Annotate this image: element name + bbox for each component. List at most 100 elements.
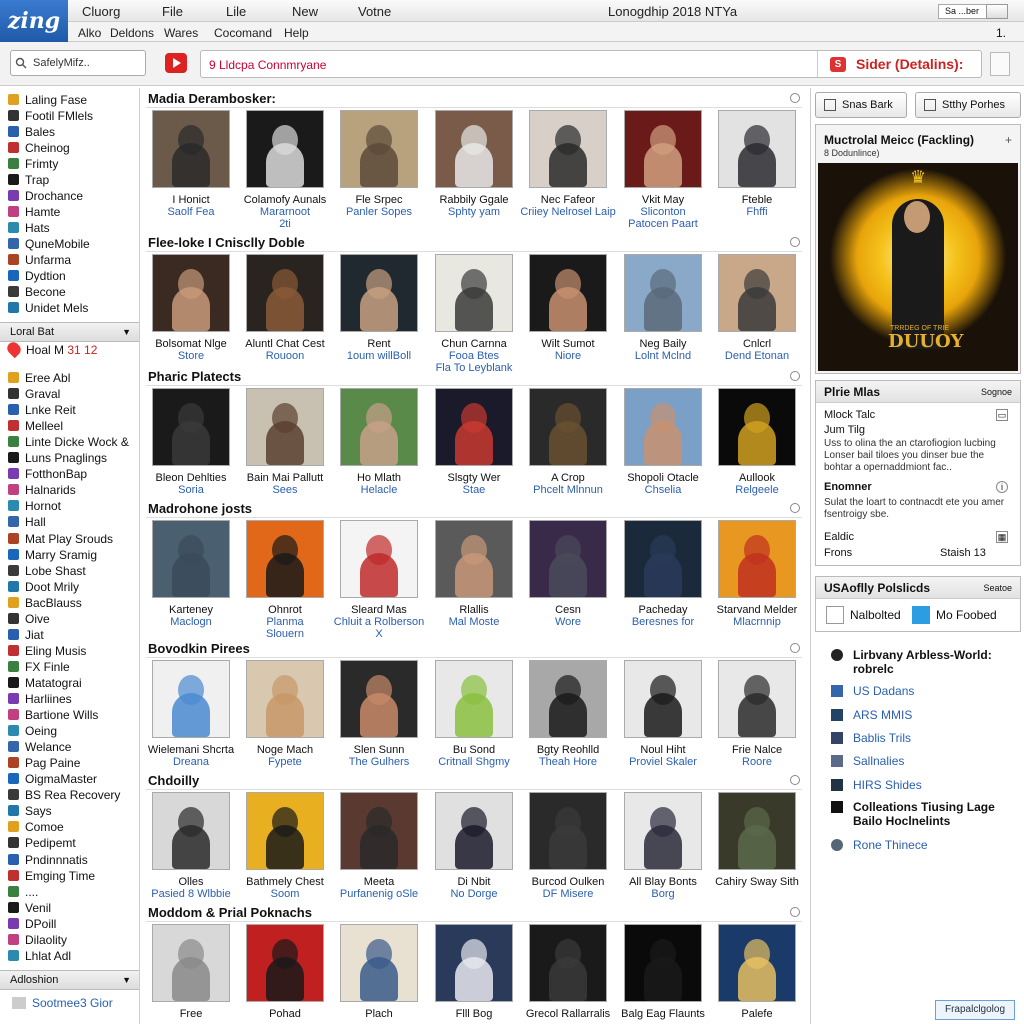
media-thumbnail[interactable]	[340, 792, 418, 870]
media-thumbnail[interactable]	[152, 792, 230, 870]
media-subtitle[interactable]: Mlacrnnip	[708, 616, 806, 628]
sidebar-item[interactable]: Oive	[8, 611, 50, 627]
address-text[interactable]: 9 Lldcpa Connmryane	[209, 58, 326, 72]
sidebar-item[interactable]: Doot Mrily	[8, 579, 79, 595]
sidebar-item[interactable]: OigmaMaster	[8, 771, 97, 787]
sidebar-link[interactable]: ARS MMIS	[831, 708, 1011, 722]
media-subtitle[interactable]: Beresnes for	[614, 616, 712, 628]
media-subtitle[interactable]: Sees	[236, 484, 334, 496]
sidebar-link[interactable]: Colleations Tiusing Lage Bailo Hoclnelin…	[831, 800, 1011, 828]
media-subtitle[interactable]: Dend Etonan	[708, 350, 806, 362]
media-card[interactable]: Aullook Relgeele	[716, 388, 808, 518]
search-input[interactable]: SafelyMifz..	[10, 50, 146, 76]
media-subtitle[interactable]: Theah Hore	[519, 756, 617, 768]
sidebar-footer-link[interactable]: Sootmee3 Gior	[12, 996, 113, 1010]
checkbox-nalbolted[interactable]: Nalbolted	[826, 605, 901, 625]
media-thumbnail[interactable]	[435, 792, 513, 870]
sidebar-local-header[interactable]: Loral Bat ▼	[0, 322, 139, 342]
media-thumbnail[interactable]	[246, 254, 324, 332]
media-subtitle[interactable]: Store	[142, 350, 240, 362]
media-card[interactable]: Bain Mai Pallutt Sees	[244, 388, 336, 518]
expand-icon[interactable]: ▭	[996, 409, 1008, 421]
sidebar-item[interactable]: Mat Play Srouds	[8, 531, 113, 547]
media-subtitle[interactable]: Panler Sopes	[330, 206, 428, 218]
sidebar-item[interactable]: Trap	[8, 172, 49, 188]
media-card[interactable]: Bu Sond Critnall Shgmy	[433, 660, 525, 790]
media-card[interactable]: Balg Eag Flaunts	[621, 924, 714, 1024]
media-thumbnail[interactable]	[529, 924, 607, 1002]
sidebar-item[interactable]: Dilaolity	[8, 932, 67, 948]
sidebar-item[interactable]: Lobe Shast	[8, 563, 86, 579]
section-info-icon[interactable]	[790, 93, 800, 103]
media-thumbnail[interactable]	[435, 110, 513, 188]
media-thumbnail[interactable]	[624, 792, 702, 870]
media-subtitle[interactable]: Niore	[519, 350, 617, 362]
sidebar-item[interactable]: FX Finle	[8, 659, 70, 675]
sidebar-link[interactable]: Sallnalies	[831, 754, 1011, 768]
menu-cluorg[interactable]: Cluorg	[82, 4, 120, 19]
sidebar-item[interactable]: Says	[8, 803, 52, 819]
media-thumbnail[interactable]	[624, 520, 702, 598]
sidebar-item[interactable]: Marry Sramig	[8, 547, 97, 563]
sidebar-item[interactable]: Comoe	[8, 819, 64, 835]
media-subtitle[interactable]: Fhffi	[708, 206, 806, 218]
media-thumbnail[interactable]	[624, 924, 702, 1002]
sidebar-item[interactable]: Eling Musis	[8, 643, 86, 659]
media-subtitle[interactable]: Criiey Nelrosel Laip	[519, 206, 617, 218]
sidebar-item[interactable]: Bartione Wills	[8, 707, 98, 723]
sidebar-item[interactable]: Hall	[8, 514, 46, 530]
media-subtitle[interactable]: Dreana	[142, 756, 240, 768]
media-card[interactable]: Shopoli Otacle Chselia	[622, 388, 714, 518]
sidebar-item[interactable]: Pedipemt	[8, 835, 76, 851]
media-thumbnail[interactable]	[246, 520, 324, 598]
media-subtitle[interactable]: Sliconton	[614, 206, 712, 218]
grid-icon[interactable]: ▦	[996, 531, 1008, 543]
sidebar-item[interactable]: Dydtion	[8, 268, 66, 284]
media-thumbnail[interactable]	[340, 924, 418, 1002]
media-thumbnail[interactable]	[718, 388, 796, 466]
media-thumbnail[interactable]	[340, 388, 418, 466]
media-subtitle[interactable]: Stae	[425, 484, 523, 496]
media-thumbnail[interactable]	[624, 660, 702, 738]
media-card[interactable]: Fle Srpec Panler Sopes	[338, 110, 430, 240]
featured-card[interactable]: Muctrolal Meicc (Fackling) 8 Dodunlince)…	[815, 124, 1021, 374]
section-info-icon[interactable]	[790, 775, 800, 785]
play-icon[interactable]	[165, 53, 187, 73]
media-thumbnail[interactable]	[529, 660, 607, 738]
media-card[interactable]: Flll Bog	[433, 924, 525, 1024]
media-card[interactable]: Meeta Purfanenig oSle	[338, 792, 430, 922]
media-subtitle[interactable]: Wore	[519, 616, 617, 628]
media-subtitle[interactable]: Pasied 8 Wlbbie	[142, 888, 240, 900]
media-thumbnail[interactable]	[624, 388, 702, 466]
sidebar-item[interactable]: Hamte	[8, 204, 60, 220]
media-thumbnail[interactable]	[529, 520, 607, 598]
media-card[interactable]: Bolsomat Nlge Store	[150, 254, 242, 384]
media-card[interactable]: Rabbily Ggale Sphty yam	[433, 110, 525, 240]
media-subtitle[interactable]: Fooa Btes	[425, 350, 523, 362]
menu-file[interactable]: File	[162, 4, 183, 19]
media-card[interactable]: Pacheday Beresnes for	[622, 520, 714, 650]
sidebar-item[interactable]: BacBlauss	[8, 595, 82, 611]
media-card[interactable]: Noge Mach Fypete	[244, 660, 336, 790]
media-subtitle[interactable]: Phcelt Mlnnun	[519, 484, 617, 496]
media-thumbnail[interactable]	[435, 520, 513, 598]
media-subtitle[interactable]: No Dorge	[425, 888, 523, 900]
sidebar-bottom-header[interactable]: Adloshion ▼	[0, 970, 139, 990]
checkbox-mo-foobed[interactable]: Mo Foobed	[912, 605, 997, 625]
sidebar-item[interactable]: Cheinog	[8, 140, 70, 156]
media-thumbnail[interactable]	[152, 388, 230, 466]
media-subtitle[interactable]: Sphty yam	[425, 206, 523, 218]
media-card[interactable]: Rent 1oum willBoll	[338, 254, 430, 384]
media-card[interactable]: Frie Nalce Roore	[716, 660, 808, 790]
sidebar-item[interactable]: Venil	[8, 900, 51, 916]
media-card[interactable]: Cahiry Sway Sith	[715, 792, 808, 922]
twitter-icon[interactable]	[912, 606, 930, 624]
media-thumbnail[interactable]	[152, 924, 230, 1002]
sidebar-item[interactable]: Matatograi	[8, 675, 82, 691]
menu-alko[interactable]: Alko	[78, 26, 101, 40]
media-thumbnail[interactable]	[152, 660, 230, 738]
media-subtitle[interactable]: Borg	[614, 888, 712, 900]
sidebar-item[interactable]: BS Rea Recovery	[8, 787, 120, 803]
section-info-icon[interactable]	[790, 907, 800, 917]
snas-bark-button[interactable]: Snas Bark	[815, 92, 907, 118]
